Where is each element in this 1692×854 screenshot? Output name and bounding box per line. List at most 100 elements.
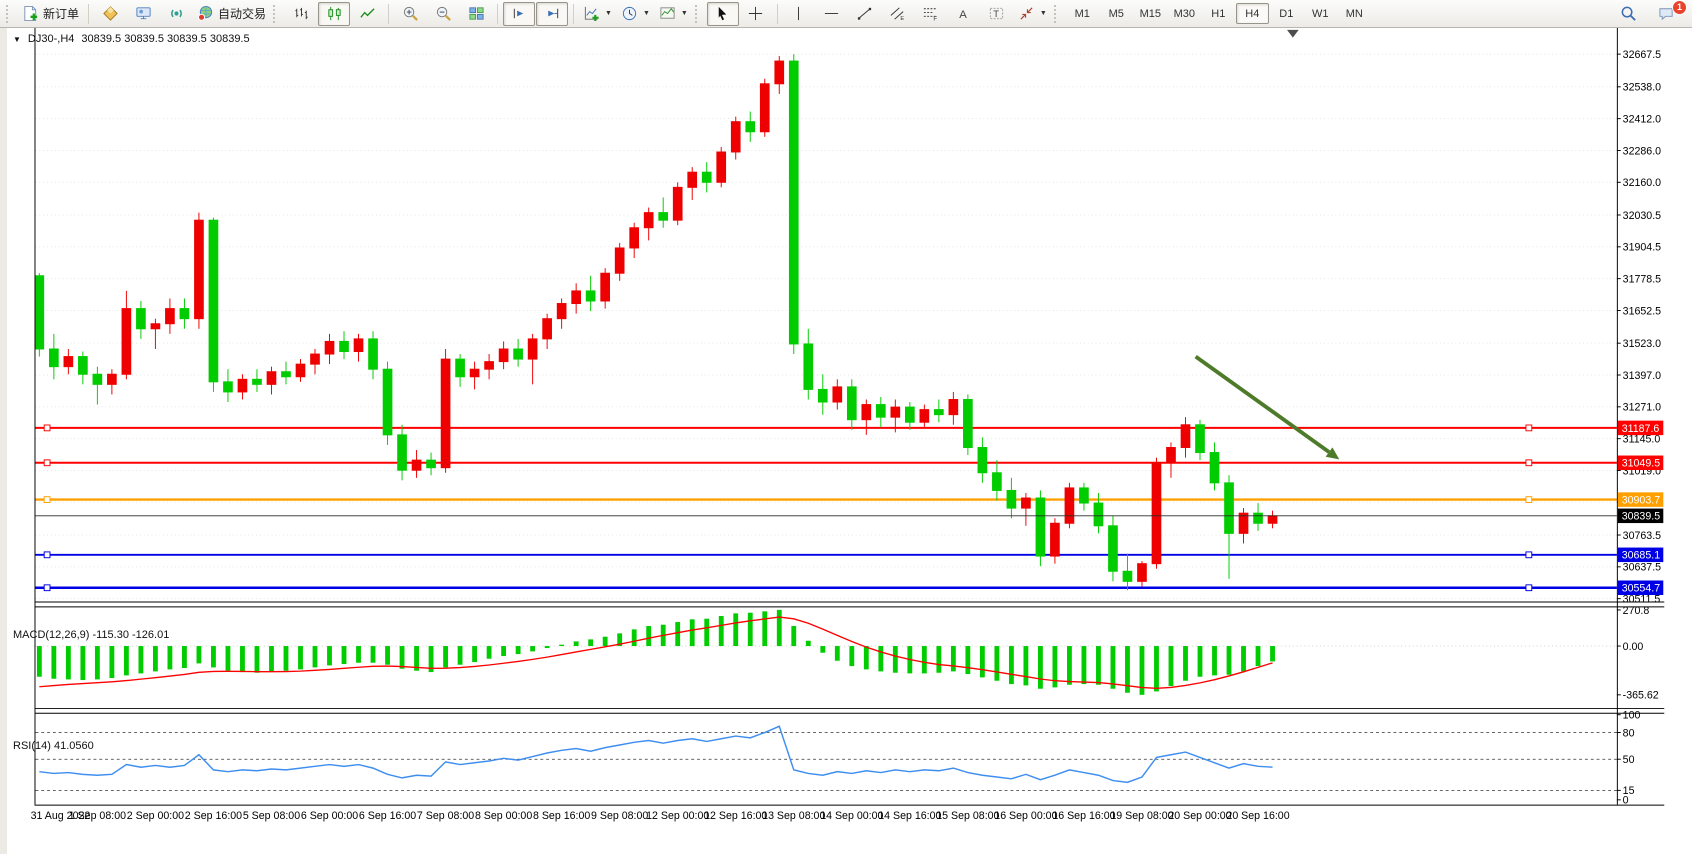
polyline-icon [359,5,376,22]
line-handle[interactable] [44,460,50,466]
candle-body [195,220,204,319]
macd-histogram-bar [748,613,753,646]
time-axis-label: 2 Sep 16:00 [185,810,242,822]
fibonacci-button[interactable]: F [915,2,947,26]
toolbar-grip[interactable] [6,5,13,23]
axis-tick-label: 32667.5 [1623,49,1661,61]
periods-button[interactable]: ▼ [617,2,654,26]
zoom-in-button[interactable] [394,2,426,26]
line-handle[interactable] [1526,460,1532,466]
text-label-icon: T [988,5,1005,22]
line-chart-button[interactable] [351,2,383,26]
timeframe-M1[interactable]: M1 [1066,3,1099,24]
horizontal-line-button[interactable] [816,2,848,26]
candle-body [514,349,523,359]
crosshair-button[interactable] [740,2,772,26]
terminal-button[interactable] [127,2,159,26]
time-axis-label: 6 Sep 00:00 [301,810,358,822]
timeframe-D1[interactable]: D1 [1270,3,1303,24]
notifications-button[interactable]: 1 [1650,2,1682,26]
autotrading-button[interactable]: 自动交易 [193,2,270,26]
candle-body [818,389,827,402]
cursor-button[interactable] [707,2,739,26]
macd-histogram-bar [516,646,521,654]
search-button[interactable] [1612,2,1644,26]
clock-icon [621,5,638,22]
axis-tick-label: 31271.0 [1623,402,1661,414]
drawn-arrow-object[interactable] [1196,357,1329,452]
candle-body [630,228,639,248]
candle-body [659,213,668,221]
macd-histogram-bar [922,646,927,673]
toolbar-grip[interactable] [695,5,702,23]
candle-body [775,61,784,84]
macd-histogram-bar [1183,646,1188,681]
candle-body [1210,453,1219,483]
timeframe-W1[interactable]: W1 [1304,3,1337,24]
arrows-button[interactable]: ▼ [1014,2,1051,26]
market-button[interactable] [94,2,126,26]
time-axis-label: 14 Sep 16:00 [878,810,941,822]
candle-body [717,152,726,182]
timeframe-MN[interactable]: MN [1338,3,1371,24]
time-axis-label: 12 Sep 00:00 [646,810,709,822]
candlestick-chart-button[interactable] [318,2,350,26]
candle-body [1022,498,1031,508]
line-handle[interactable] [1526,497,1532,503]
text-button[interactable]: A [948,2,980,26]
bar-chart-button[interactable] [285,2,317,26]
candle-body [412,460,421,470]
search-icon [1620,5,1637,22]
channel-button[interactable]: E [882,2,914,26]
macd-histogram-bar [733,613,738,646]
axis-tick-label: 30763.5 [1623,530,1661,542]
candle-body [267,372,276,385]
candle-body [673,187,682,220]
candlesticks-icon [326,5,343,22]
macd-histogram-bar [226,646,231,671]
timeframe-M30[interactable]: M30 [1168,3,1201,24]
timeframe-M15[interactable]: M15 [1134,3,1167,24]
new-chart-button[interactable]: ▼ [579,2,616,26]
macd-histogram-bar [240,646,245,672]
chart-canvas[interactable]: 32667.532538.032412.032286.032160.032030… [0,28,1692,854]
letter-a-icon: A [955,5,972,22]
macd-histogram-bar [37,646,42,677]
macd-histogram-bar [835,646,840,661]
toolbar-grip[interactable] [1054,5,1061,23]
signals-button[interactable] [160,2,192,26]
dropdown-caret-icon: ▼ [643,10,650,17]
templates-button[interactable]: ▼ [655,2,692,26]
line-handle[interactable] [44,497,50,503]
timeframe-H1[interactable]: H1 [1202,3,1235,24]
axis-tick-label: 32538.0 [1623,82,1661,94]
auto-scroll-button[interactable] [503,2,535,26]
macd-histogram-bar [51,646,56,679]
axis-tick-label: -365.62 [1623,690,1659,702]
zoom-out-button[interactable] [427,2,459,26]
toolbar-grip[interactable] [273,5,280,23]
candle-body [935,410,944,415]
line-handle[interactable] [1526,552,1532,558]
line-handle[interactable] [44,425,50,431]
macd-histogram-bar [342,646,347,664]
macd-histogram-bar [371,646,376,663]
chart-shift-button[interactable] [536,2,568,26]
vertical-line-button[interactable] [783,2,815,26]
candle-body [731,122,740,152]
line-handle[interactable] [44,585,50,591]
candle-body [1167,447,1176,462]
trendline-button[interactable] [849,2,881,26]
line-handle[interactable] [44,552,50,558]
tile-windows-button[interactable] [460,2,492,26]
timeframe-H4[interactable]: H4 [1236,3,1269,24]
line-handle[interactable] [1526,585,1532,591]
label-button[interactable]: T [981,2,1013,26]
line-handle[interactable] [1526,425,1532,431]
macd-histogram-bar [864,646,869,669]
timeframe-M5[interactable]: M5 [1100,3,1133,24]
chart-window[interactable]: 32667.532538.032412.032286.032160.032030… [0,28,1692,854]
chart-shift-marker-icon[interactable] [1287,30,1299,38]
new-order-button[interactable]: 新订单 [18,2,83,26]
ohlc-expander-triangle-icon[interactable] [13,33,21,45]
